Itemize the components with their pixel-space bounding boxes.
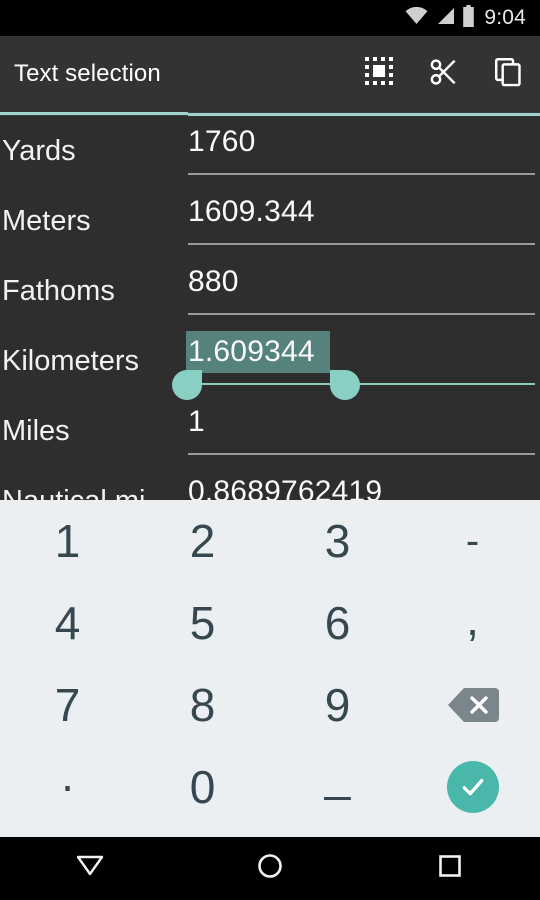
- keypad-row: 4 5 6 ,: [0, 582, 540, 664]
- table-row[interactable]: Meters 1609.344: [0, 186, 540, 256]
- cut-button[interactable]: [412, 36, 476, 112]
- select-all-icon: [365, 56, 395, 92]
- row-label: Yards: [2, 134, 76, 167]
- status-bar-clock: 9:04: [484, 6, 526, 29]
- row-label: Kilometers: [2, 344, 139, 377]
- table-row[interactable]: Yards 1760: [0, 116, 540, 186]
- key-5[interactable]: 5: [135, 582, 270, 664]
- keypad-row: . 0 _: [0, 746, 540, 828]
- nav-back-button[interactable]: [0, 853, 180, 884]
- cut-icon: [428, 56, 460, 93]
- table-row[interactable]: Miles 1: [0, 396, 540, 466]
- row-input-field[interactable]: 1760: [188, 116, 535, 186]
- row-underline: [188, 243, 535, 245]
- row-value: 1.609344: [188, 335, 315, 368]
- wifi-icon: [405, 6, 428, 30]
- android-nav-bar: [0, 837, 540, 900]
- table-row[interactable]: Fathoms 880: [0, 256, 540, 326]
- key-0[interactable]: 0: [135, 746, 270, 828]
- key-6[interactable]: 6: [270, 582, 405, 664]
- conversion-list[interactable]: Yards 1760 Meters 1609.344 Fathoms 880 K…: [0, 116, 540, 500]
- table-row-selected[interactable]: Kilometers 1.609344: [0, 326, 540, 400]
- row-label: Miles: [2, 414, 70, 447]
- key-4[interactable]: 4: [0, 582, 135, 664]
- key-9[interactable]: 9: [270, 664, 405, 746]
- row-value: 1609.344: [188, 195, 315, 228]
- row-input-field[interactable]: 880: [188, 256, 535, 326]
- key-backspace[interactable]: [405, 664, 540, 746]
- key-3[interactable]: 3: [270, 500, 405, 582]
- row-underline: [188, 383, 535, 385]
- nav-home-icon: [256, 852, 284, 885]
- key-8[interactable]: 8: [135, 664, 270, 746]
- row-input-field[interactable]: 0.8689762419: [188, 466, 535, 500]
- row-underline: [188, 173, 535, 175]
- row-underline: [188, 453, 535, 455]
- copy-icon: [493, 56, 524, 92]
- select-all-button[interactable]: [348, 36, 412, 112]
- row-value: 1: [188, 405, 205, 438]
- key-period[interactable]: .: [0, 746, 135, 828]
- status-icons: [405, 4, 475, 32]
- row-input-field[interactable]: 1: [188, 396, 535, 466]
- nav-home-button[interactable]: [180, 852, 360, 885]
- row-label: Fathoms: [2, 274, 115, 307]
- text-selection-toolbar: Text selection: [0, 36, 540, 112]
- row-underline: [188, 313, 535, 315]
- toolbar-actions: [348, 36, 540, 112]
- phone-screen: 9:04 Text selection Yards 1760 Meters 16…: [0, 0, 540, 900]
- accent-divider-left: [0, 112, 188, 115]
- key-underscore[interactable]: _: [270, 746, 405, 828]
- status-bar: 9:04: [0, 0, 540, 36]
- key-comma[interactable]: ,: [405, 582, 540, 664]
- keypad-row: 7 8 9: [0, 664, 540, 746]
- toolbar-title: Text selection: [14, 60, 161, 87]
- key-minus[interactable]: -: [405, 500, 540, 582]
- check-icon: [446, 761, 499, 813]
- key-7[interactable]: 7: [0, 664, 135, 746]
- table-row-partial[interactable]: Nautical mi 0.8689762419: [0, 466, 540, 500]
- row-label: Nautical mi: [2, 466, 145, 501]
- key-confirm[interactable]: [405, 746, 540, 828]
- nav-back-icon: [75, 853, 105, 884]
- keypad-row: 1 2 3 -: [0, 500, 540, 582]
- signal-icon: [435, 7, 455, 30]
- row-label: Meters: [2, 204, 91, 237]
- battery-icon: [462, 4, 475, 32]
- row-value: 880: [188, 265, 239, 298]
- row-value: 0.8689762419: [188, 475, 383, 500]
- key-1[interactable]: 1: [0, 500, 135, 582]
- row-input-field[interactable]: 1609.344: [188, 186, 535, 256]
- key-2[interactable]: 2: [135, 500, 270, 582]
- backspace-icon: [447, 686, 499, 724]
- row-input-field-focused[interactable]: 1.609344: [172, 326, 535, 400]
- nav-recents-button[interactable]: [360, 853, 540, 884]
- nav-recents-icon: [437, 853, 463, 884]
- numeric-keypad[interactable]: 1 2 3 - 4 5 6 , 7 8 9 . 0 _: [0, 500, 540, 837]
- copy-button[interactable]: [476, 36, 540, 112]
- row-value: 1760: [188, 125, 256, 158]
